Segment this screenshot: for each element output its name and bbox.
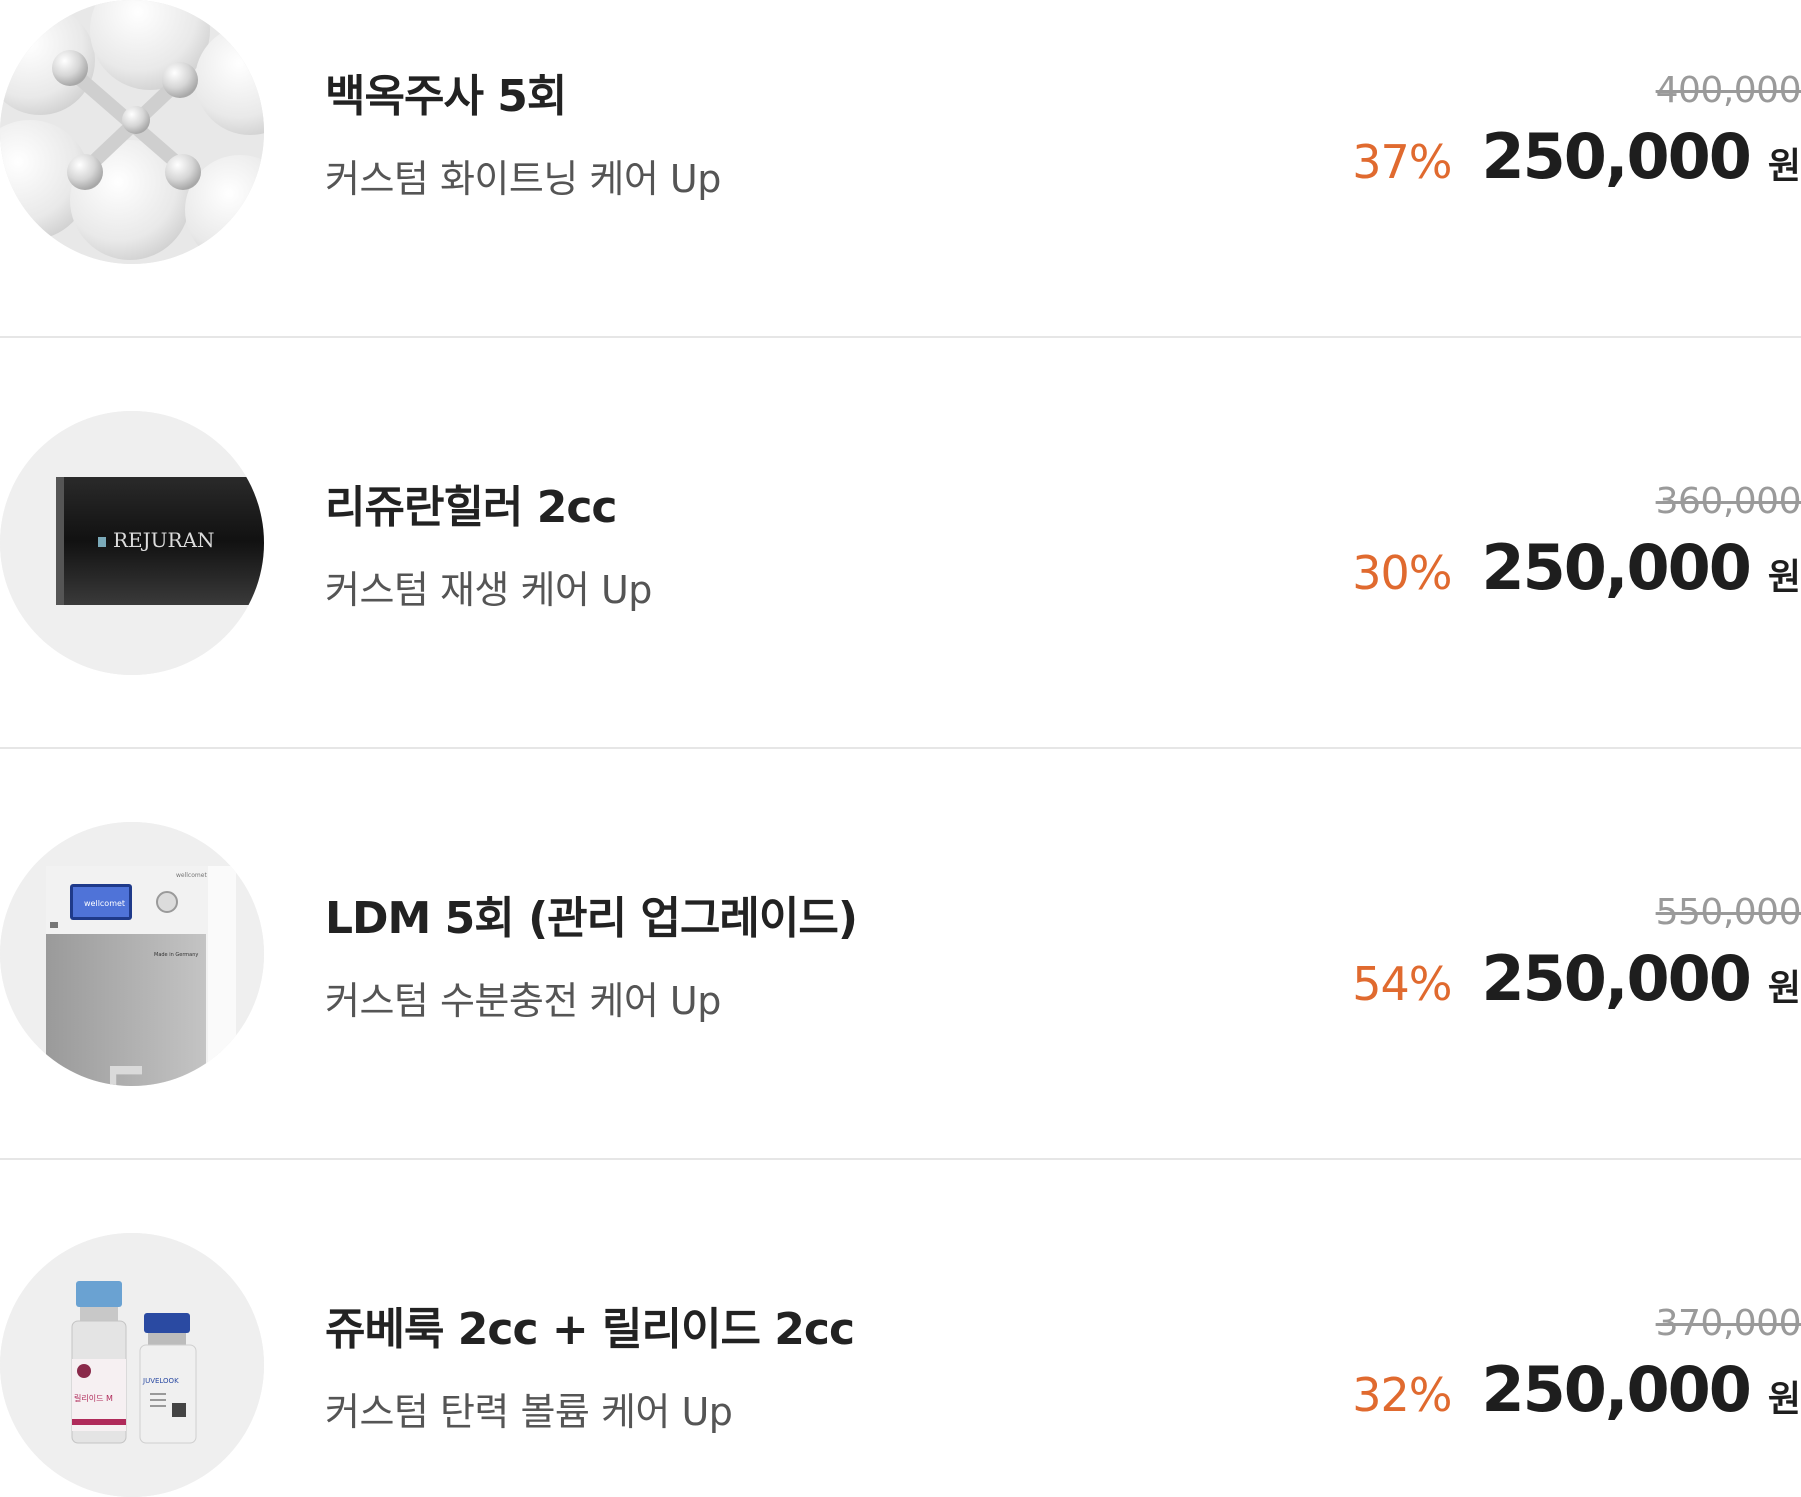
product-item[interactable]: REJURAN 리쥬란힐러 2cc 커스텀 재생 케어 Up 360,000 3… — [0, 411, 1801, 675]
original-price: 400,000 — [1655, 70, 1801, 111]
original-price: 360,000 — [1655, 481, 1801, 522]
currency-unit: 원 — [1767, 1379, 1801, 1420]
svg-text:Made in Germany: Made in Germany — [154, 952, 198, 958]
discount-rate: 37% — [1352, 135, 1452, 189]
divider — [0, 336, 1801, 338]
currency-unit: 원 — [1767, 968, 1801, 1009]
vials-thumbnail: 릴리이드 M JUVELOOK — [0, 1233, 264, 1497]
sale-price: 250,000 — [1481, 120, 1751, 193]
product-title: 리쥬란힐러 2cc — [325, 482, 617, 533]
ldm-device-thumbnail: wellcomet wellcomet Made in Germany LDM — [0, 822, 264, 1086]
svg-text:wellcomet: wellcomet — [84, 899, 125, 908]
product-title: 쥬베룩 2cc + 릴리이드 2cc — [325, 1304, 855, 1355]
product-subtitle: 커스텀 화이트닝 케어 Up — [325, 157, 721, 201]
sale-price: 250,000 — [1481, 531, 1751, 604]
price-row: 30% 250,000 원 — [1352, 531, 1801, 604]
product-title: 백옥주사 5회 — [325, 71, 567, 122]
svg-text:REJURAN: REJURAN — [113, 528, 215, 552]
product-title: LDM 5회 (관리 업그레이드) — [325, 893, 858, 944]
divider — [0, 1158, 1801, 1160]
currency-unit: 원 — [1767, 146, 1801, 187]
product-item[interactable]: 백옥주사 5회 커스텀 화이트닝 케어 Up 400,000 37% 250,0… — [0, 0, 1801, 264]
product-item[interactable]: 릴리이드 M JUVELOOK 쥬베룩 2cc + 릴리이드 2cc 커스텀 탄… — [0, 1233, 1801, 1497]
discount-rate: 30% — [1352, 546, 1452, 600]
discount-rate: 32% — [1352, 1368, 1452, 1422]
price-row: 32% 250,000 원 — [1352, 1353, 1801, 1426]
original-price: 550,000 — [1655, 892, 1801, 933]
svg-text:릴리이드 M: 릴리이드 M — [74, 1393, 113, 1403]
svg-text:JUVELOOK: JUVELOOK — [142, 1377, 179, 1385]
sale-price: 250,000 — [1481, 1353, 1751, 1426]
discount-rate: 54% — [1352, 957, 1452, 1011]
product-subtitle: 커스텀 탄력 볼륨 케어 Up — [325, 1390, 733, 1434]
product-subtitle: 커스텀 재생 케어 Up — [325, 568, 652, 612]
molecule-thumbnail — [0, 0, 264, 264]
price-row: 54% 250,000 원 — [1352, 942, 1801, 1015]
svg-text:wellcomet: wellcomet — [176, 872, 207, 879]
currency-unit: 원 — [1767, 557, 1801, 598]
product-list: 백옥주사 5회 커스텀 화이트닝 케어 Up 400,000 37% 250,0… — [0, 0, 1801, 1497]
product-item[interactable]: wellcomet wellcomet Made in Germany LDM … — [0, 822, 1801, 1086]
divider — [0, 747, 1801, 749]
original-price: 370,000 — [1655, 1303, 1801, 1344]
product-subtitle: 커스텀 수분충전 케어 Up — [325, 979, 721, 1023]
price-row: 37% 250,000 원 — [1352, 120, 1801, 193]
svg-text:LDM: LDM — [99, 1062, 150, 1086]
rejuran-box-thumbnail: REJURAN — [0, 411, 264, 675]
sale-price: 250,000 — [1481, 942, 1751, 1015]
